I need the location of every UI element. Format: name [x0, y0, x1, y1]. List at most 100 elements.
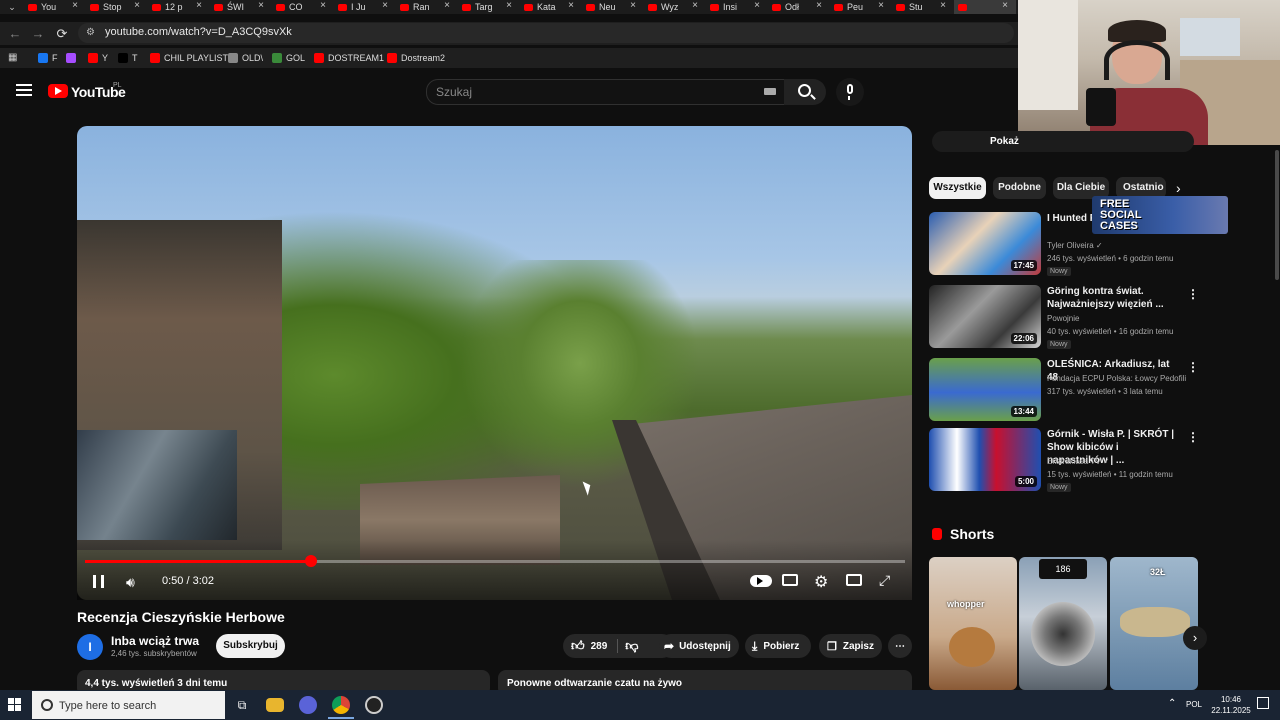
bookmark-item[interactable]: GOL — [272, 48, 305, 68]
tray-chevron-icon[interactable]: ⌃ — [1168, 698, 1176, 709]
short-item[interactable]: 186 — [1019, 557, 1107, 690]
clock[interactable]: 10:46 22.11.2025 — [1209, 694, 1253, 716]
site-info-icon[interactable]: ⚙ — [86, 27, 98, 39]
browser-tab[interactable]: Ran × — [396, 0, 458, 14]
tab-close-icon[interactable]: × — [1002, 0, 1008, 11]
like-icon[interactable]: 👍︎ — [571, 638, 585, 654]
progress-scrubber-handle[interactable] — [305, 555, 317, 567]
tab-close-icon[interactable]: × — [444, 0, 450, 11]
browser-tab[interactable]: CO × — [272, 0, 334, 14]
bookmark-item[interactable]: F — [38, 48, 58, 68]
tab-close-icon[interactable]: × — [258, 0, 264, 11]
browser-tab[interactable]: Kata × — [520, 0, 582, 14]
apps-grid-icon[interactable]: ▦ — [8, 53, 18, 63]
download-button[interactable]: ⤓ Pobierz — [745, 634, 811, 658]
file-explorer-icon[interactable] — [266, 698, 284, 712]
browser-tab[interactable]: You × — [24, 0, 86, 14]
settings-gear-icon[interactable]: ⚙ — [814, 572, 828, 592]
recommendation-thumbnail[interactable]: 22:06 — [929, 285, 1041, 348]
save-button[interactable]: ❐ Zapisz — [819, 634, 882, 658]
pause-button[interactable] — [93, 575, 104, 588]
search-input[interactable] — [426, 79, 785, 105]
tab-close-icon[interactable]: × — [816, 0, 822, 11]
short-item[interactable]: 32Ł — [1110, 557, 1198, 690]
share-button[interactable]: ➦ Udostępnij — [659, 634, 739, 658]
menu-icon[interactable] — [16, 84, 32, 98]
scrollbar-thumb[interactable] — [1275, 150, 1279, 280]
tab-search-menu-icon[interactable]: ⌄ — [0, 2, 24, 13]
recommendation-title[interactable]: Göring kontra świat. Najważniejszy więzi… — [1047, 285, 1182, 311]
browser-tab[interactable]: Peu × — [830, 0, 892, 14]
fullscreen-icon[interactable]: ⤢ — [879, 572, 890, 589]
bookmark-item[interactable]: Dostream2 — [387, 48, 445, 68]
browser-tab[interactable]: ŚWI × — [210, 0, 272, 14]
obs-icon[interactable] — [365, 696, 383, 714]
browser-tab[interactable]: 12 p × — [148, 0, 210, 14]
recommendation-channel[interactable]: Powojnie — [1047, 314, 1079, 323]
subscribe-button[interactable]: Subskrybuj — [216, 634, 285, 658]
browser-tab[interactable]: Odł × — [768, 0, 830, 14]
discord-icon[interactable] — [299, 696, 317, 714]
tab-close-icon[interactable]: × — [134, 0, 140, 11]
bookmark-item[interactable] — [66, 48, 80, 68]
input-language[interactable]: POL — [1186, 700, 1202, 709]
channel-avatar[interactable]: I — [77, 634, 103, 660]
more-options-icon[interactable]: ⋮ — [1187, 430, 1199, 444]
tab-close-icon[interactable]: × — [878, 0, 884, 11]
bookmark-item[interactable]: Y — [88, 48, 108, 68]
short-item[interactable]: whopper — [929, 557, 1017, 690]
bookmark-item[interactable]: OLD\ — [228, 48, 263, 68]
recommendation-channel[interactable]: Tyler Oliveira ✓ — [1047, 241, 1103, 250]
url-text[interactable]: youtube.com/watch?v=D_A3CQ9svXk — [105, 26, 292, 38]
chip-related[interactable]: Podobne — [993, 177, 1046, 199]
recommendation-channel[interactable]: Fundacja ECPU Polska: Łowcy Pedofili — [1047, 374, 1186, 383]
tab-close-icon[interactable]: × — [196, 0, 202, 11]
tab-close-icon[interactable]: × — [692, 0, 698, 11]
browser-tab[interactable]: Neu × — [582, 0, 644, 14]
recommendation-thumbnail[interactable]: 13:44 — [929, 358, 1041, 421]
more-options-icon[interactable]: ⋮ — [1187, 360, 1199, 374]
dislike-icon[interactable]: 👎︎ — [625, 638, 638, 654]
more-actions-button[interactable]: ⋯ — [888, 634, 912, 658]
tab-close-icon[interactable]: × — [72, 0, 78, 11]
like-count[interactable]: 289 — [591, 641, 608, 652]
volume-icon[interactable]: 🔊︎ — [126, 574, 135, 591]
more-options-icon[interactable]: ⋮ — [1187, 287, 1199, 301]
show-chat-button[interactable] — [932, 131, 1194, 152]
recommendation-channel[interactable]: Ekstraklasa TV ✓ — [1047, 457, 1110, 466]
tab-close-icon[interactable]: × — [506, 0, 512, 11]
shorts-next-chevron-icon[interactable]: › — [1183, 626, 1207, 650]
recommendation-thumbnail[interactable]: 17:45 — [929, 212, 1041, 275]
windows-start-icon[interactable] — [8, 698, 22, 712]
back-button[interactable]: ← — [4, 22, 26, 45]
chrome-icon[interactable] — [332, 696, 350, 714]
browser-tab[interactable]: Stu × — [892, 0, 954, 14]
chip-all[interactable]: Wszystkie — [929, 177, 986, 199]
task-view-icon[interactable]: ⧉ — [233, 696, 251, 714]
browser-tab[interactable]: I Ju × — [334, 0, 396, 14]
browser-tab[interactable]: Wyz × — [644, 0, 706, 14]
browser-tab[interactable]: Insi × — [706, 0, 768, 14]
bookmark-item[interactable]: DOSTREAM1 — [314, 48, 384, 68]
reload-button[interactable]: ⟳ — [51, 22, 73, 45]
miniplayer-icon[interactable] — [846, 574, 862, 586]
tab-close-icon[interactable]: × — [754, 0, 760, 11]
keyboard-icon[interactable] — [764, 88, 776, 95]
subtitles-icon[interactable] — [782, 574, 798, 586]
bookmark-item[interactable]: T — [118, 48, 138, 68]
tab-close-icon[interactable]: × — [568, 0, 574, 11]
tab-close-icon[interactable]: × — [382, 0, 388, 11]
bookmark-item[interactable]: CHIL PLAYLIST — [150, 48, 228, 68]
browser-tab[interactable]: Stop × — [86, 0, 148, 14]
tab-close-icon[interactable]: × — [630, 0, 636, 11]
browser-tab[interactable]: × — [954, 0, 1016, 14]
channel-name[interactable]: Inba wciąż trwa — [111, 634, 199, 648]
notifications-icon[interactable] — [1257, 697, 1269, 709]
bookmark-favicon-icon — [228, 53, 238, 63]
tab-close-icon[interactable]: × — [320, 0, 326, 11]
browser-tab[interactable]: Targ × — [458, 0, 520, 14]
chips-next-chevron-icon[interactable]: › — [1176, 180, 1181, 196]
forward-button[interactable]: → — [27, 22, 49, 45]
recommendation-thumbnail[interactable]: 5:00 — [929, 428, 1041, 491]
tab-close-icon[interactable]: × — [940, 0, 946, 11]
